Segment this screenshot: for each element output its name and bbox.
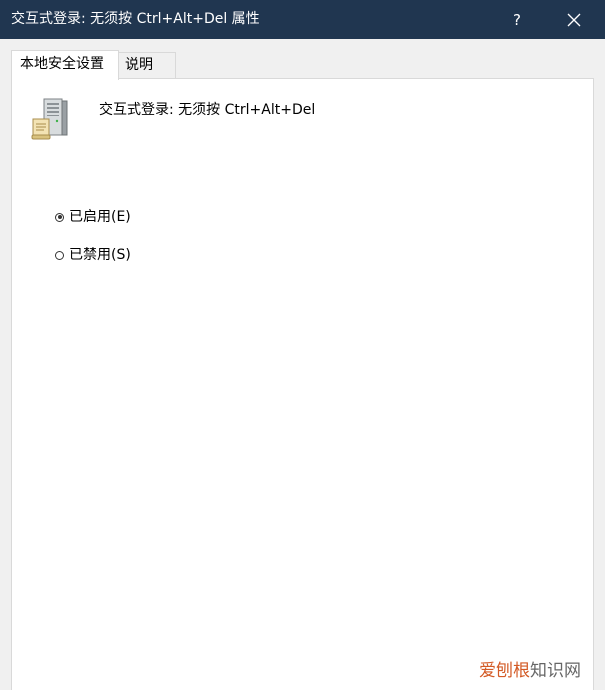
radio-unchecked-icon[interactable] [55, 250, 64, 260]
window-title: 交互式登录: 无须按 Ctrl+Alt+Del 属性 [11, 11, 260, 27]
radio-checked-icon[interactable] [55, 212, 64, 222]
disabled-radio-label[interactable]: 已禁用(S) [69, 246, 131, 265]
watermark: 爱刨根知识网 [479, 660, 581, 682]
close-button[interactable] [551, 0, 597, 39]
enabled-radio-label[interactable]: 已启用(E) [69, 208, 131, 227]
watermark-part2: 知识网 [530, 661, 581, 681]
watermark-part1: 爱刨根 [479, 661, 530, 681]
help-icon: ? [513, 10, 521, 29]
properties-dialog: 交互式登录: 无须按 Ctrl+Alt+Del 属性 ? 本地安全设置 说明 交… [0, 0, 605, 690]
tab-local-security-setting[interactable]: 本地安全设置 [11, 50, 119, 80]
tab-explain[interactable]: 说明 [119, 52, 176, 79]
help-button[interactable]: ? [494, 0, 540, 39]
tab-panel: 交互式登录: 无须按 Ctrl+Alt+Del 已启用(E) 已禁用(S) [11, 78, 594, 690]
title-bar[interactable]: 交互式登录: 无须按 Ctrl+Alt+Del 属性 ? [0, 0, 605, 39]
server-policy-icon [31, 98, 68, 140]
policy-name: 交互式登录: 无须按 Ctrl+Alt+Del [99, 102, 316, 118]
close-icon [567, 13, 581, 26]
disabled-radio[interactable]: 已禁用(S) [55, 245, 131, 265]
enabled-radio[interactable]: 已启用(E) [55, 207, 131, 227]
